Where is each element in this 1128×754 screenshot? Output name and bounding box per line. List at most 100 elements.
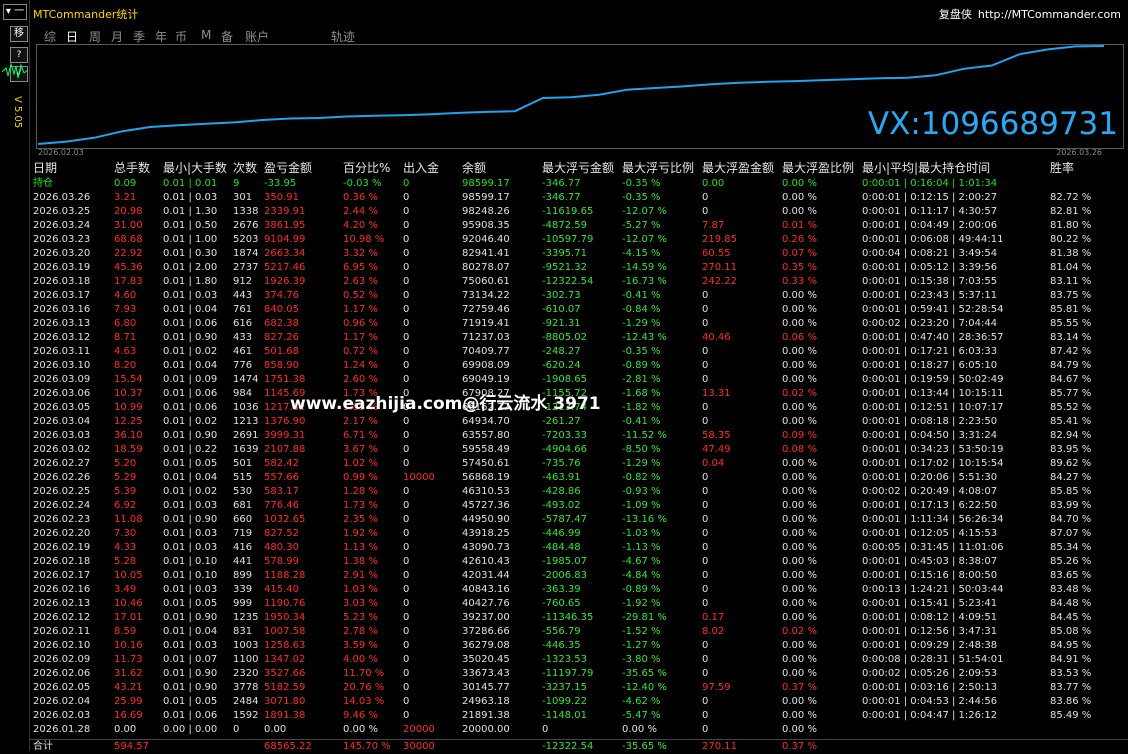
cell-col-13: 83.11 % — [1050, 276, 1092, 287]
cell-col-3: 660 — [233, 514, 253, 525]
table-row[interactable]: 2026.02.16 3.49 0.01 | 0.03 339 415.40 1.03 %… — [30, 583, 1128, 597]
table-row[interactable]: 2026.03.16 7.93 0.01 | 0.04 761 840.05 1.17 %… — [30, 303, 1128, 317]
table-row[interactable]: 2026.02.26 5.29 0.01 | 0.04 515 557.66 0.99 %… — [30, 471, 1128, 485]
tab-2[interactable]: 周 — [89, 28, 101, 45]
cell-col-3: 2676 — [233, 220, 259, 231]
cell-col-2: 0.01 | 0.05 — [163, 598, 218, 609]
app-title: MTCommander统计 — [33, 8, 139, 21]
cell-col-10: 0 — [702, 486, 709, 497]
cell-col-6: 0 — [403, 570, 410, 581]
tab-4[interactable]: 季 — [133, 28, 145, 45]
cell-col-6: 0 — [403, 262, 410, 273]
table-header[interactable]: 日期 总手数 最小|大手数 次数 盈亏金额 百分比% 出入金 余额 最大浮亏金额 最大浮亏比例 最大… — [30, 161, 1128, 175]
tab-5[interactable]: 年 — [155, 28, 167, 45]
table-row[interactable]: 2026.03.20 22.92 0.01 | 0.30 1874 2663.34 3.3… — [30, 247, 1128, 261]
table-row[interactable]: 2026.02.24 6.92 0.01 | 0.03 681 776.46 1.73 %… — [30, 499, 1128, 513]
table-row[interactable]: 2026.02.23 11.08 0.01 | 0.90 660 1032.65 2.35… — [30, 513, 1128, 527]
window-header: MTCommander统计 复盘侠 http://MTCommander.com — [30, 3, 1125, 21]
cell-col-12: 0:00:01 | 0:19:59 | 50:02:49 — [862, 374, 1004, 385]
cell-col-5: 1.73 % — [343, 500, 378, 511]
cell-col-5: 0.72 % — [343, 346, 378, 357]
cell-col-9: -35.65 % — [622, 668, 667, 679]
table-row[interactable]: 2026.03.02 18.59 0.01 | 0.22 1639 2107.88 3.6… — [30, 443, 1128, 457]
tab-6[interactable]: 币 — [175, 28, 187, 45]
tab-1[interactable]: 日 — [66, 28, 78, 45]
cell-col-10: 最大浮盈金额 — [702, 161, 775, 175]
table-row[interactable]: 2026.02.06 31.62 0.01 | 0.90 2320 3527.66 11.… — [30, 667, 1128, 681]
table-row[interactable]: 2026.03.12 8.71 0.01 | 0.90 433 827.26 1.17 %… — [30, 331, 1128, 345]
cell-col-8: -7203.33 — [542, 430, 587, 441]
table-row[interactable]: 2026.03.17 4.60 0.01 | 0.03 443 374.76 0.52 %… — [30, 289, 1128, 303]
cell-col-2: 0.01 | 0.03 — [163, 192, 218, 203]
cell-col-12: 0:00:01 | 0:05:12 | 3:39:56 — [862, 262, 998, 273]
cell-col-6: 0 — [403, 612, 410, 623]
table-row[interactable]: 2026.02.11 8.59 0.01 | 0.04 831 1007.58 2.78 … — [30, 625, 1128, 639]
cell-col-12: 0:00:02 | 0:20:49 | 4:08:07 — [862, 486, 998, 497]
holding-row[interactable]: 持仓 0.09 0.01 | 0.01 9 -33.95 -0.03 % 0 98599.17… — [30, 177, 1128, 191]
brand-url[interactable]: http://MTCommander.com — [978, 8, 1121, 21]
cell-col-1: 4.60 — [114, 290, 137, 301]
cell-col-6: 0 — [403, 178, 410, 189]
cell-col-8: -10597.79 — [542, 234, 594, 245]
cell-col-6: 0 — [403, 416, 410, 427]
total-row[interactable]: 合计 594.57 68565.22 145.70 % 30000 -12322.54 -3… — [30, 739, 1128, 754]
table-row[interactable]: 2026.02.18 5.28 0.01 | 0.10 441 578.99 1.38 %… — [30, 555, 1128, 569]
cell-col-6: 0 — [403, 598, 410, 609]
tab-10[interactable]: 轨迹 — [331, 28, 355, 45]
table-row[interactable]: 2026.02.12 17.01 0.01 | 0.90 1235 1950.34 5.2… — [30, 611, 1128, 625]
move-button[interactable]: 移 — [10, 26, 28, 42]
cell-col-13: 83.86 % — [1050, 696, 1092, 707]
cell-col-2: 0.01 | 0.04 — [163, 472, 218, 483]
table-row[interactable]: 2026.03.13 6.80 0.01 | 0.06 616 682.38 0.96 %… — [30, 317, 1128, 331]
cell-col-2: 0.01 | 0.02 — [163, 346, 218, 357]
table-row[interactable]: 2026.03.11 4.63 0.01 | 0.02 461 501.68 0.72 %… — [30, 345, 1128, 359]
cell-col-0: 2026.02.03 — [33, 710, 91, 721]
cell-col-6: 0 — [403, 276, 410, 287]
tab-9[interactable]: 账户 — [245, 28, 269, 45]
tab-0[interactable]: 综 — [44, 28, 56, 45]
tab-8[interactable]: 备 — [221, 28, 233, 45]
table-row[interactable]: 2026.02.17 10.05 0.01 | 0.10 899 1188.28 2.91… — [30, 569, 1128, 583]
table-row[interactable]: 2026.02.25 5.39 0.01 | 0.02 530 583.17 1.28 %… — [30, 485, 1128, 499]
table-row[interactable]: 2026.02.05 43.21 0.01 | 0.90 3778 5182.59 20.… — [30, 681, 1128, 695]
cell-col-4: 1258.63 — [264, 640, 306, 651]
table-row[interactable]: 2026.03.09 15.54 0.01 | 0.09 1474 1751.38 2.6… — [30, 373, 1128, 387]
cell-col-7: 72759.46 — [462, 304, 510, 315]
table-row[interactable]: 2026.01.28 0.00 0.00 | 0.00 0 0.00 0.00 % 2000… — [30, 723, 1128, 737]
table-row[interactable]: 2026.03.18 17.83 0.01 | 1.80 912 1926.39 2.63… — [30, 275, 1128, 289]
table-row[interactable]: 2026.03.23 68.68 0.01 | 1.00 5203 9104.99 10.… — [30, 233, 1128, 247]
table-row[interactable]: 2026.02.09 11.73 0.01 | 0.07 1100 1347.02 4.0… — [30, 653, 1128, 667]
table-row[interactable]: 2026.03.25 20.98 0.01 | 1.30 1338 2339.91 2.4… — [30, 205, 1128, 219]
cell-col-2: 0.01 | 0.06 — [163, 710, 218, 721]
table-row[interactable]: 2026.03.03 36.10 0.01 | 0.90 2691 3999.31 6.7… — [30, 429, 1128, 443]
cell-col-8: -3395.71 — [542, 248, 587, 259]
cell-col-8: -363.39 — [542, 584, 581, 595]
table-row[interactable]: 2026.02.27 5.20 0.01 | 0.05 501 582.42 1.02 %… — [30, 457, 1128, 471]
table-row[interactable]: 2026.03.19 45.36 0.01 | 2.00 2737 5217.46 6.9… — [30, 261, 1128, 275]
cell-col-4: 3527.66 — [264, 668, 306, 679]
cell-col-5: 10.98 % — [343, 234, 385, 245]
cell-col-4: 582.42 — [264, 458, 299, 469]
watermark-text: www.eazhijia.com@行云流水 3971 — [290, 394, 601, 414]
cell-col-7: 42610.43 — [462, 556, 510, 567]
cell-col-2: 0.01 | 0.30 — [163, 248, 218, 259]
table-row[interactable]: 2026.02.20 7.30 0.01 | 0.03 719 827.52 1.92 %… — [30, 527, 1128, 541]
table-row[interactable]: 2026.02.10 10.16 0.01 | 0.03 1003 1258.63 3.5… — [30, 639, 1128, 653]
table-row[interactable]: 2026.03.24 31.00 0.01 | 0.50 2676 3861.95 4.2… — [30, 219, 1128, 233]
table-row[interactable]: 2026.02.04 25.99 0.01 | 0.05 2484 3071.80 14.… — [30, 695, 1128, 709]
cell-col-8: -5787.47 — [542, 514, 587, 525]
table-row[interactable]: 2026.02.19 4.33 0.01 | 0.03 416 480.30 1.13 %… — [30, 541, 1128, 555]
cell-col-10: 0.00 — [702, 178, 725, 189]
cell-col-4: 1950.34 — [264, 612, 306, 623]
table-row[interactable]: 2026.03.10 8.20 0.01 | 0.04 776 858.90 1.24 %… — [30, 359, 1128, 373]
cell-col-1: 5.28 — [114, 556, 137, 567]
cell-col-8: -556.79 — [542, 626, 581, 637]
cell-col-10: 97.59 — [702, 682, 731, 693]
table-row[interactable]: 2026.03.04 12.25 0.01 | 0.02 1213 1376.90 2.1… — [30, 415, 1128, 429]
table-row[interactable]: 2026.02.03 16.69 0.01 | 0.06 1592 1891.38 9.4… — [30, 709, 1128, 723]
tab-3[interactable]: 月 — [111, 28, 123, 45]
collapse-button[interactable]: ▾ 一 — [3, 4, 27, 20]
tab-7[interactable]: M — [201, 28, 211, 42]
table-row[interactable]: 2026.02.13 10.46 0.01 | 0.05 999 1190.76 3.03… — [30, 597, 1128, 611]
table-row[interactable]: 2026.03.26 3.21 0.01 | 0.03 301 350.91 0.36 %… — [30, 191, 1128, 205]
